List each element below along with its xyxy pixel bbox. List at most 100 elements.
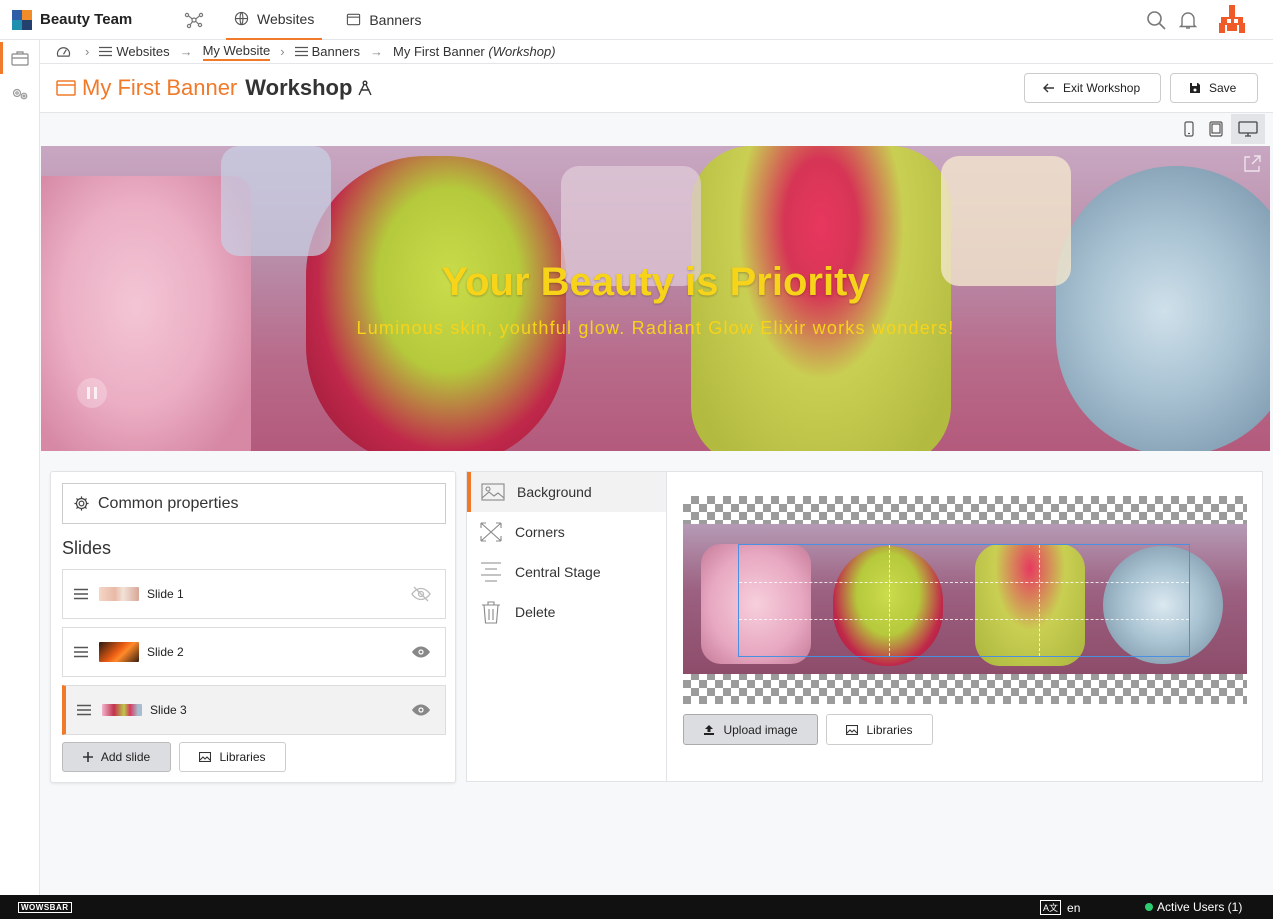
eye-icon[interactable] (411, 702, 431, 718)
banner-preview[interactable]: Your Beauty is Priority Luminous skin, y… (41, 146, 1270, 451)
globe-icon (234, 11, 249, 26)
breadcrumb-banners-label: Banners (311, 44, 361, 59)
slide-row[interactable]: Slide 1 (62, 569, 446, 619)
expand-icon[interactable] (1242, 154, 1262, 174)
menu-item-central-stage[interactable]: Central Stage (467, 552, 666, 592)
slide-row[interactable]: Slide 3 (62, 685, 446, 735)
compass-icon (358, 80, 373, 96)
banner-subtitle: Luminous skin, youthful glow. Radiant Gl… (356, 318, 955, 338)
libraries-label: Libraries (219, 750, 266, 764)
language-label: en (1067, 900, 1081, 915)
common-properties-label: Common properties (98, 494, 239, 512)
chevron-right-icon: › (85, 44, 90, 59)
breadcrumb-current: My First Banner (Workshop) (393, 44, 556, 59)
tab-websites-label: Websites (257, 10, 315, 27)
chevron-right-icon: › (280, 44, 285, 59)
breadcrumb-banners[interactable]: Banners (294, 44, 361, 59)
upload-icon (704, 724, 715, 735)
corners-icon (480, 522, 502, 542)
menu-item-label: Delete (515, 604, 556, 620)
selection-box[interactable] (738, 544, 1190, 657)
plus-icon (82, 752, 93, 762)
slide-label: Slide 1 (147, 587, 184, 601)
gear-icon (74, 496, 89, 511)
image-icon (199, 752, 212, 762)
tablet-view-icon[interactable] (1203, 116, 1229, 142)
mobile-view-icon[interactable] (1176, 116, 1202, 142)
breadcrumb-my-website[interactable]: My Website (202, 43, 271, 61)
properties-panel: Background Corners Central Stage Delete (466, 471, 1263, 782)
image-icon (481, 483, 505, 501)
brand-logo (12, 9, 32, 30)
arrow-left-icon (1043, 83, 1054, 93)
upload-image-label: Upload image (723, 722, 798, 737)
active-users[interactable]: Active Users (1) (1145, 900, 1242, 914)
align-center-icon (481, 562, 501, 582)
menu-item-corners[interactable]: Corners (467, 512, 666, 552)
briefcase-icon (11, 51, 29, 66)
banner-icon (347, 13, 361, 26)
eye-off-icon[interactable] (411, 586, 431, 602)
arrow-right-icon: → (179, 44, 193, 59)
gauge-icon (56, 47, 71, 57)
eye-icon[interactable] (411, 644, 431, 660)
translate-icon: A文 (1040, 900, 1062, 915)
breadcrumb-websites[interactable]: Websites (99, 44, 170, 59)
common-properties-button[interactable]: Common properties (62, 483, 446, 524)
gears-icon (12, 88, 28, 100)
menu-item-delete[interactable]: Delete (467, 592, 666, 632)
breadcrumb-current-suffix: (Workshop) (488, 44, 556, 59)
menu-item-label: Central Stage (515, 564, 601, 580)
menu-item-label: Background (517, 484, 592, 500)
brand-name: Beauty Team (40, 11, 133, 28)
device-toolbar (40, 113, 1273, 146)
jar-back-3 (221, 146, 331, 256)
online-dot-icon (1145, 903, 1153, 911)
menu-item-background[interactable]: Background (467, 472, 666, 512)
editor-libraries-button[interactable]: Libraries (826, 714, 933, 745)
image-icon (846, 724, 859, 735)
upload-image-button[interactable]: Upload image (683, 714, 818, 745)
slide-thumbnail (99, 642, 139, 662)
properties-menu: Background Corners Central Stage Delete (467, 472, 667, 781)
add-slide-button[interactable]: Add slide (62, 742, 171, 772)
editor-libraries-label: Libraries (866, 722, 913, 737)
bell-icon[interactable] (1177, 9, 1199, 31)
exit-workshop-button[interactable]: Exit Workshop (1024, 73, 1161, 103)
slides-heading: Slides (62, 538, 112, 558)
tab-websites[interactable]: Websites (226, 0, 323, 40)
drag-handle-icon[interactable] (73, 588, 89, 600)
breadcrumb: › Websites → My Website › Banners → My F… (40, 40, 1273, 64)
tab-banners-label: Banners (369, 11, 422, 28)
save-label: Save (1209, 81, 1237, 95)
dashboard-crumb[interactable] (56, 45, 75, 58)
save-button[interactable]: Save (1170, 73, 1258, 103)
left-rail (0, 40, 40, 895)
user-avatar[interactable] (1215, 3, 1249, 37)
drag-handle-icon[interactable] (76, 704, 92, 716)
background-editor-canvas[interactable] (683, 496, 1247, 704)
drag-handle-icon[interactable] (73, 646, 89, 658)
tab-banners[interactable]: Banners (338, 0, 429, 40)
network-icon[interactable] (184, 10, 204, 30)
rail-item-gears[interactable] (0, 76, 40, 112)
list-icon (294, 46, 308, 57)
language-selector[interactable]: A文 en (1040, 900, 1080, 915)
slide-thumbnail (102, 704, 142, 716)
breadcrumb-websites-label: Websites (116, 44, 170, 59)
rail-item-workspace[interactable] (0, 40, 40, 76)
save-icon (1190, 83, 1200, 93)
search-icon[interactable] (1145, 9, 1167, 31)
desktop-view-icon[interactable] (1231, 114, 1265, 144)
brand[interactable]: Beauty Team (12, 9, 172, 30)
slide-row[interactable]: Slide 2 (62, 627, 446, 677)
trash-icon (482, 601, 500, 624)
menu-item-label: Corners (515, 524, 565, 540)
slide-thumbnail (99, 587, 139, 601)
breadcrumb-current-label: My First Banner (393, 44, 485, 59)
page-title: My First Banner (82, 75, 238, 100)
jar-blue (1056, 166, 1270, 451)
slide-label: Slide 2 (147, 645, 184, 659)
pause-icon[interactable] (77, 378, 107, 408)
libraries-button[interactable]: Libraries (179, 742, 286, 772)
